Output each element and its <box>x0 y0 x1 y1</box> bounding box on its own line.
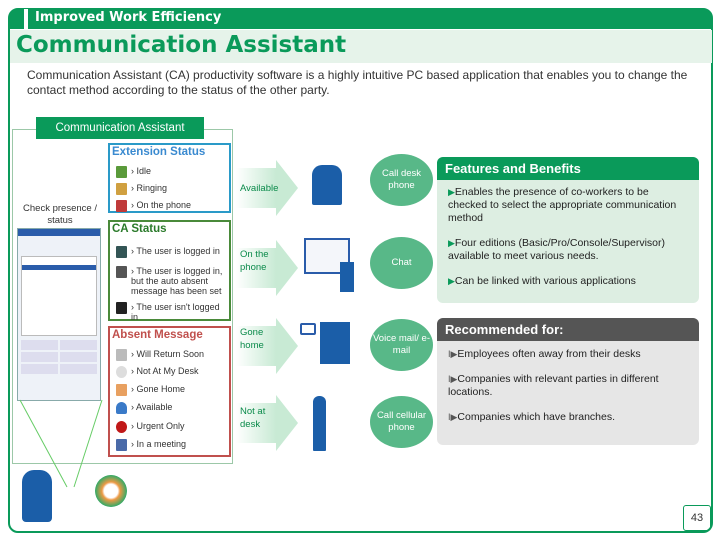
user-figure <box>22 470 52 522</box>
ca-status-box: CA Status › The user is logged in › The … <box>108 220 231 322</box>
status-item: › Ringing <box>116 183 167 195</box>
absent-message-box: Absent Message › Will Return Soon › Not … <box>108 326 231 457</box>
status-item: › On the phone <box>116 200 191 212</box>
extension-status-title: Extension Status <box>112 146 206 158</box>
chat-worker-figure <box>340 262 354 292</box>
check-presence-label: Check presence / status <box>23 203 97 226</box>
arrow-label: Gone home <box>240 327 264 351</box>
features-title: Features and Benefits <box>437 157 699 180</box>
status-arrow: Available <box>236 160 298 216</box>
page-title: Communication Assistant <box>16 32 347 58</box>
arrow-label: Not at desk <box>240 406 266 430</box>
return-soon-icon <box>116 349 127 361</box>
ringing-phone-icon <box>116 183 127 195</box>
bullet-icon: I▶ <box>448 374 458 384</box>
features-item: ▶Enables the presence of co-workers to b… <box>448 186 677 224</box>
bullet-icon: I▶ <box>448 349 458 359</box>
contact-method-circle: Call desk phone <box>370 154 433 206</box>
recommended-item: I▶Employees often away from their desks <box>448 348 641 360</box>
recommended-panel: Recommended for: I▶Employees often away … <box>437 318 699 445</box>
contact-method-circle: Voice mail/ e-mail <box>370 319 433 371</box>
contact-method-circle: Chat <box>370 237 433 289</box>
absent-message-title: Absent Message <box>112 329 203 341</box>
door-figure <box>320 322 350 364</box>
urgent-icon <box>116 421 127 433</box>
logged-out-icon <box>116 302 127 314</box>
clock-icon <box>116 366 127 378</box>
features-panel: Features and Benefits ▶Enables the prese… <box>437 157 699 303</box>
bullet-icon: ▶ <box>448 238 455 248</box>
page-number: 43 <box>683 505 711 531</box>
status-item: › Urgent Only <box>116 421 185 433</box>
section-title: Improved Work Efficiency <box>35 10 222 25</box>
diagram-tab: Communication Assistant <box>36 117 204 139</box>
on-phone-icon <box>116 200 127 212</box>
home-icon <box>116 384 127 396</box>
auto-absent-icon <box>116 266 127 278</box>
status-item: › The user isn't logged in <box>116 302 229 322</box>
arrow-label: Available <box>240 183 279 194</box>
features-item: ▶Can be linked with various applications <box>448 275 636 287</box>
bullet-icon: ▶ <box>448 276 455 286</box>
bullet-icon: ▶ <box>448 187 455 197</box>
status-item: › The user is logged in, but the auto ab… <box>116 266 228 296</box>
desk-worker-figure <box>312 165 342 205</box>
status-item: › Gone Home <box>116 384 185 396</box>
status-item: › Idle <box>116 166 151 178</box>
idle-phone-icon <box>116 166 127 178</box>
status-item: › Available <box>116 402 172 414</box>
logged-in-icon <box>116 246 127 258</box>
ca-status-title: CA Status <box>112 223 167 235</box>
extension-status-box: Extension Status › Idle › Ringing › On t… <box>108 143 231 213</box>
voicemail-icon <box>300 323 316 335</box>
meeting-icon <box>116 439 127 451</box>
recommended-item: I▶Companies with relevant parties in dif… <box>448 373 659 398</box>
recommended-item: I▶Companies which have branches. <box>448 411 616 423</box>
contact-method-circle: Call cellular phone <box>370 396 433 448</box>
arrow-label: On the phone <box>240 249 269 273</box>
status-item: › In a meeting <box>116 439 186 451</box>
app-screenshot <box>17 228 101 401</box>
status-arrow: On the phone <box>236 240 298 296</box>
mobile-worker-figure <box>313 396 326 451</box>
available-person-icon <box>116 402 127 414</box>
features-item: ▶Four editions (Basic/Pro/Console/Superv… <box>448 237 666 262</box>
status-arrow: Gone home <box>236 318 298 374</box>
bullet-icon: I▶ <box>448 412 458 422</box>
description: Communication Assistant (CA) productivit… <box>27 68 688 97</box>
recommended-title: Recommended for: <box>437 318 699 341</box>
status-item: › The user is logged in <box>116 246 220 258</box>
status-item: › Not At My Desk <box>116 366 199 378</box>
ca-logo-icon <box>95 475 127 507</box>
status-arrow: Not at desk <box>236 395 298 451</box>
status-item: › Will Return Soon <box>116 349 204 361</box>
